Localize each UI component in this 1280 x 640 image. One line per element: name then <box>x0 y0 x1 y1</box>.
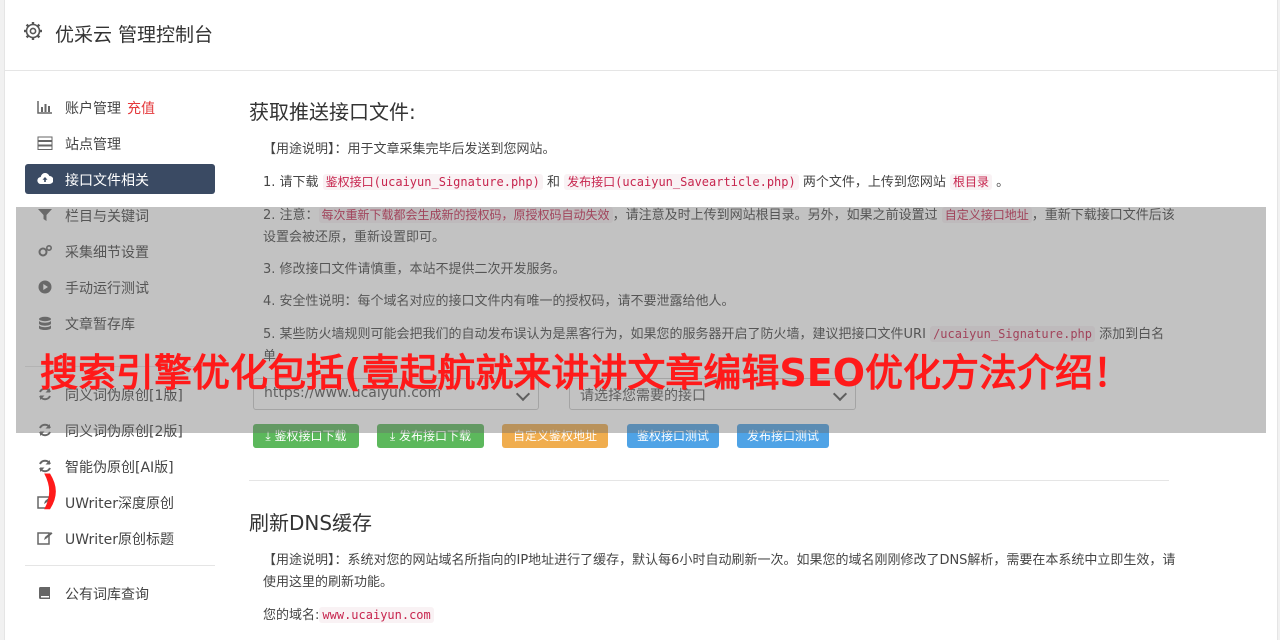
console-title: 优采云 管理控制台 <box>55 24 214 46</box>
book-icon <box>38 587 50 599</box>
section-divider <box>249 480 1169 481</box>
savearticle-api-link[interactable]: 发布接口(ucaiyun_Savearticle.php) <box>564 174 799 190</box>
section-title-dns: 刷新DNS缓存 <box>249 511 373 535</box>
overlay-paren: ) <box>41 468 60 514</box>
domain-value: www.ucaiyun.com <box>319 607 434 623</box>
instruction-1: 1. 请下载 鉴权接口(ucaiyun_Signature.php) 和 发布接… <box>263 174 1010 190</box>
signature-api-link[interactable]: 鉴权接口(ucaiyun_Signature.php) <box>322 174 543 190</box>
header: 优采云 管理控制台 <box>5 0 1277 71</box>
gear-icon <box>24 22 42 40</box>
sidebar-item-account[interactable]: 账户管理 充值 <box>25 92 215 122</box>
usage-text: 【用途说明】：用于文章采集完毕后发送到您网站。 <box>263 142 556 157</box>
overlay-mask <box>16 207 1266 433</box>
sidebar-item-label: 接口文件相关 <box>65 173 149 189</box>
sidebar-item-label: UWriter深度原创 <box>65 496 174 512</box>
sidebar-item-sites[interactable]: 站点管理 <box>25 128 215 158</box>
overlay-banner: 搜索引擎优化包括(壹起航就来讲讲文章编辑SEO优化方法介绍！ <box>40 351 1131 395</box>
sidebar-item-label: 站点管理 <box>65 137 121 153</box>
sidebar-item-public-thesaurus[interactable]: 公有词库查询 <box>25 578 215 608</box>
server-icon <box>37 136 53 150</box>
edit-icon <box>37 532 53 545</box>
sidebar-divider <box>25 565 215 566</box>
sidebar-item-api-files[interactable]: 接口文件相关 <box>25 164 215 194</box>
domain-row: 您的域名: www.ucaiyun.com <box>263 604 1179 627</box>
dns-usage-text: 【用途说明】：系统对您的网站域名所指向的IP地址进行了缓存，默认每6小时自动刷新… <box>263 553 1176 590</box>
sidebar-item-label: 公有词库查询 <box>65 587 149 603</box>
chart-icon <box>37 101 52 114</box>
sidebar-item-label: 账户管理 <box>65 101 121 117</box>
recharge-link[interactable]: 充值 <box>127 101 155 117</box>
sidebar-item-label: 智能伪原创[AI版] <box>65 460 174 476</box>
sidebar-item-label: UWriter原创标题 <box>65 532 174 548</box>
cloud-upload-icon <box>37 173 53 185</box>
section-title-api-files: 获取推送接口文件: <box>249 100 416 124</box>
sidebar-item-uwriter-title[interactable]: UWriter原创标题 <box>25 523 215 553</box>
